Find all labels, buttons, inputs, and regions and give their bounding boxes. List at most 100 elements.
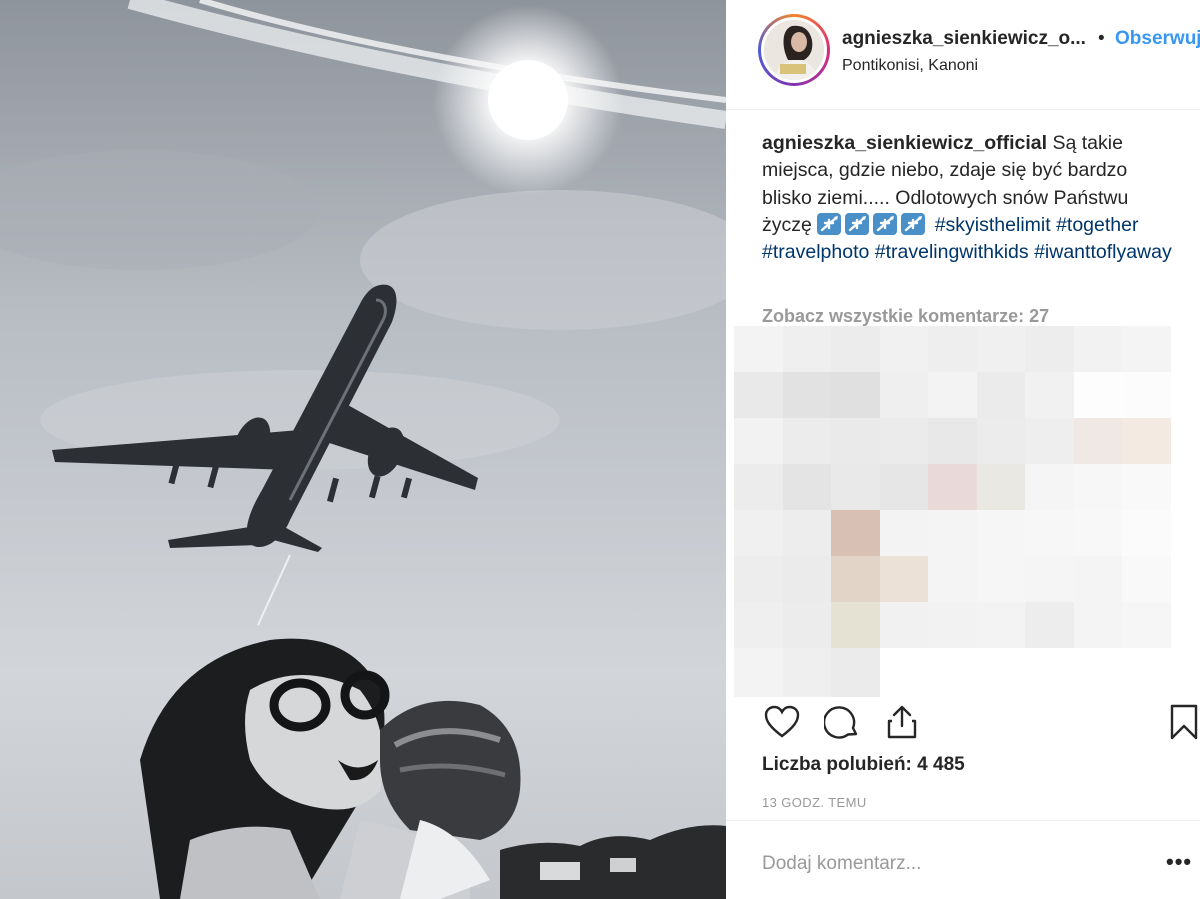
pixel-block [831, 418, 880, 467]
caption-username[interactable]: agnieszka_sienkiewicz_official [762, 132, 1047, 154]
pixel-block [879, 556, 929, 605]
pixel-block [782, 556, 832, 605]
pixel-block [928, 602, 977, 651]
pixel-block [734, 418, 783, 467]
hashtag-iwanttoflyaway[interactable]: #iwanttoflyaway [1034, 241, 1172, 263]
pixel-block [1025, 418, 1074, 467]
pixel-block [782, 648, 832, 697]
pixel-block [734, 510, 783, 559]
like-button[interactable] [762, 702, 802, 742]
pixel-block [1025, 326, 1074, 375]
likes-count[interactable]: Liczba polubień: 4 485 [762, 754, 965, 776]
story-ring[interactable] [758, 14, 830, 86]
airplane-emoji-icon [901, 212, 926, 235]
pixel-block [1073, 326, 1123, 375]
post-timestamp: 13 GODZ. TEMU [762, 795, 867, 810]
location-link[interactable]: Pontikonisi, Kanoni [842, 57, 978, 75]
pixel-block [976, 648, 1026, 697]
hashtag-together[interactable]: #together [1056, 214, 1138, 236]
pixel-block [734, 602, 783, 651]
pixel-block [976, 326, 1026, 375]
pixel-block [831, 464, 880, 513]
pixel-block [1073, 602, 1123, 651]
pixel-block [782, 602, 832, 651]
pixel-block [928, 326, 977, 375]
photo-airplane-over-mother-child [0, 0, 726, 899]
hashtag-skyisthelimit[interactable]: #skyisthelimit [935, 214, 1051, 236]
pixel-block [782, 372, 832, 421]
save-button[interactable] [1164, 702, 1200, 742]
pixel-block [782, 326, 832, 375]
pixel-block [976, 418, 1026, 467]
pixel-block [1073, 510, 1123, 559]
action-bar [726, 700, 1200, 746]
pixel-block [1025, 510, 1074, 559]
pixel-block [879, 464, 929, 513]
pixel-block [1073, 556, 1123, 605]
pixel-block [782, 418, 832, 467]
pixel-block [976, 556, 1026, 605]
more-options-icon[interactable]: ••• [1166, 849, 1192, 875]
pixel-block [831, 648, 880, 697]
pixel-block [831, 556, 880, 605]
avatar[interactable] [761, 17, 827, 83]
pixel-block [782, 464, 832, 513]
avatar-image [764, 20, 824, 80]
pixel-block [831, 372, 880, 421]
airplane-emoji-group [817, 212, 929, 236]
pixel-block [1025, 648, 1074, 697]
view-all-comments-link[interactable]: Zobacz wszystkie komentarze: 27 [762, 306, 1049, 327]
follow-button[interactable]: Obserwuj [1115, 28, 1200, 50]
comment-button[interactable] [822, 702, 862, 742]
pixel-block [1073, 418, 1123, 467]
airplane-emoji-icon [817, 212, 842, 235]
header-separator: • [1098, 28, 1105, 49]
post-details-panel: agnieszka_sienkiewicz_o... • Obserwuj Po… [726, 0, 1200, 899]
pixel-block [928, 510, 977, 559]
pixel-block [928, 464, 977, 513]
pixel-block [1025, 556, 1074, 605]
pixel-block [1122, 556, 1171, 605]
pixel-block [1122, 464, 1171, 513]
share-icon [887, 705, 917, 739]
pixel-block [734, 464, 783, 513]
pixel-block [879, 510, 929, 559]
pixel-block [734, 556, 783, 605]
heart-icon [764, 705, 800, 738]
pixel-block [734, 326, 783, 375]
pixel-block [1025, 464, 1074, 513]
pixel-block [976, 510, 1026, 559]
pixel-block [1073, 648, 1123, 697]
pixel-block [976, 602, 1026, 651]
pixel-block [831, 602, 880, 651]
comment-icon [824, 706, 858, 739]
pixel-block [1122, 326, 1171, 375]
bookmark-icon [1170, 704, 1198, 740]
pixel-block [928, 418, 977, 467]
pixel-block [1122, 418, 1171, 467]
comment-input[interactable] [762, 851, 1122, 877]
pixel-block [1025, 372, 1074, 421]
pixel-block [1073, 372, 1123, 421]
pixel-block [1073, 464, 1123, 513]
airplane-emoji-icon [873, 212, 898, 235]
pixel-block [782, 510, 832, 559]
hashtag-travelphoto[interactable]: #travelphoto [762, 241, 869, 263]
share-button[interactable] [882, 702, 922, 742]
pixel-block [1122, 372, 1171, 421]
pixel-block [976, 464, 1026, 513]
pixel-block [879, 326, 929, 375]
post-photo[interactable] [0, 0, 726, 899]
pixel-block [879, 648, 929, 697]
pixel-block [1122, 648, 1171, 697]
pixel-block [1122, 510, 1171, 559]
pixel-block [1025, 602, 1074, 651]
airplane-emoji-icon [845, 212, 870, 235]
pixel-block [734, 648, 783, 697]
username-link[interactable]: agnieszka_sienkiewicz_o... [842, 28, 1086, 50]
pixel-block [734, 372, 783, 421]
pixel-block [1122, 602, 1171, 651]
pixel-block [879, 372, 929, 421]
hashtag-travelingwithkids[interactable]: #travelingwithkids [875, 241, 1029, 263]
post-caption: agnieszka_sienkiewicz_official Są takie … [762, 130, 1182, 266]
